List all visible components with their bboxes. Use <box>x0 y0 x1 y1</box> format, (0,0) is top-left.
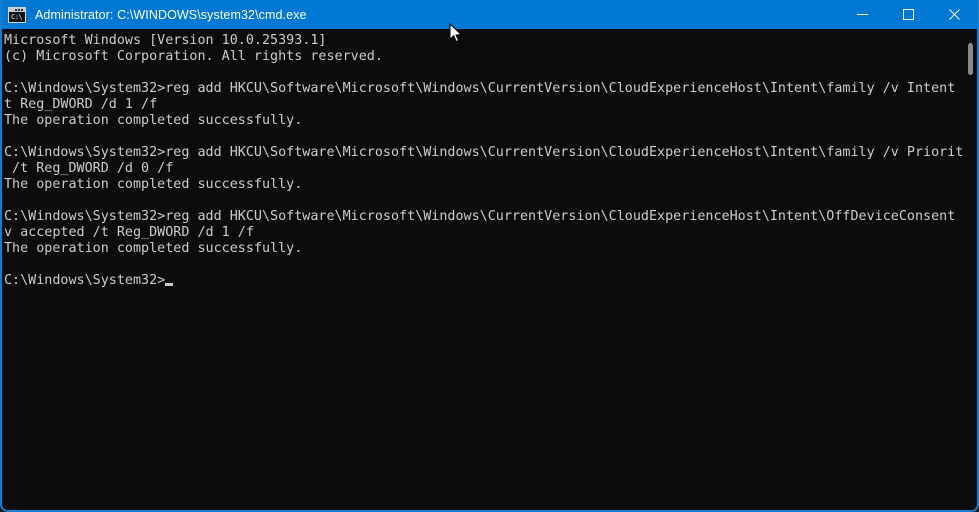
minimize-button[interactable] <box>839 0 885 29</box>
console-line: The operation completed successfully. <box>4 113 303 128</box>
window-controls <box>839 0 977 29</box>
maximize-button[interactable] <box>885 0 931 29</box>
console-line: (c) Microsoft Corporation. All rights re… <box>4 49 383 64</box>
console-text: Microsoft Windows [Version 10.0.25393.1]… <box>4 33 977 289</box>
minimize-icon <box>856 14 868 15</box>
console-line: t Reg_DWORD /d 1 /f <box>4 97 158 112</box>
cmd-icon-dot-1 <box>15 8 17 11</box>
window-title: Administrator: C:\WINDOWS\system32\cmd.e… <box>35 7 307 22</box>
console-line: /t Reg_DWORD /d 0 /f <box>4 161 174 176</box>
console-line: C:\Windows\System32>reg add HKCU\Softwar… <box>4 81 972 96</box>
console-prompt-line[interactable]: C:\Windows\System32> <box>4 273 977 289</box>
console-cursor <box>165 273 174 286</box>
title-bar-left: C:\ Administrator: C:\WINDOWS\system32\c… <box>2 0 839 29</box>
console-line: C:\Windows\System32>reg add HKCU\Softwar… <box>4 145 972 160</box>
cmd-icon-dot-2 <box>18 8 20 11</box>
cmd-icon-titlebar <box>9 7 25 12</box>
console-line: v accepted /t Reg_DWORD /d 1 /f <box>4 225 254 240</box>
console-line: C:\Windows\System32>reg add HKCU\Softwar… <box>4 209 972 224</box>
console-line: The operation completed successfully. <box>4 241 303 256</box>
cmd-console-icon: C:\ <box>8 6 26 23</box>
console-output-area[interactable]: Microsoft Windows [Version 10.0.25393.1]… <box>2 29 977 510</box>
maximize-icon <box>902 9 914 20</box>
console-prompt-text: C:\Windows\System32> <box>4 273 166 288</box>
cmd-icon-dot-3 <box>21 8 23 11</box>
console-scrollbar[interactable] <box>964 29 977 510</box>
close-button[interactable] <box>931 0 977 29</box>
command-prompt-window: C:\ Administrator: C:\WINDOWS\system32\c… <box>0 0 979 512</box>
title-bar[interactable]: C:\ Administrator: C:\WINDOWS\system32\c… <box>2 0 977 29</box>
cmd-icon-prompt-text: C:\ <box>11 12 23 21</box>
close-icon <box>948 9 960 20</box>
console-line: Microsoft Windows [Version 10.0.25393.1] <box>4 33 327 48</box>
scrollbar-thumb[interactable] <box>968 43 973 75</box>
console-line: The operation completed successfully. <box>4 177 303 192</box>
